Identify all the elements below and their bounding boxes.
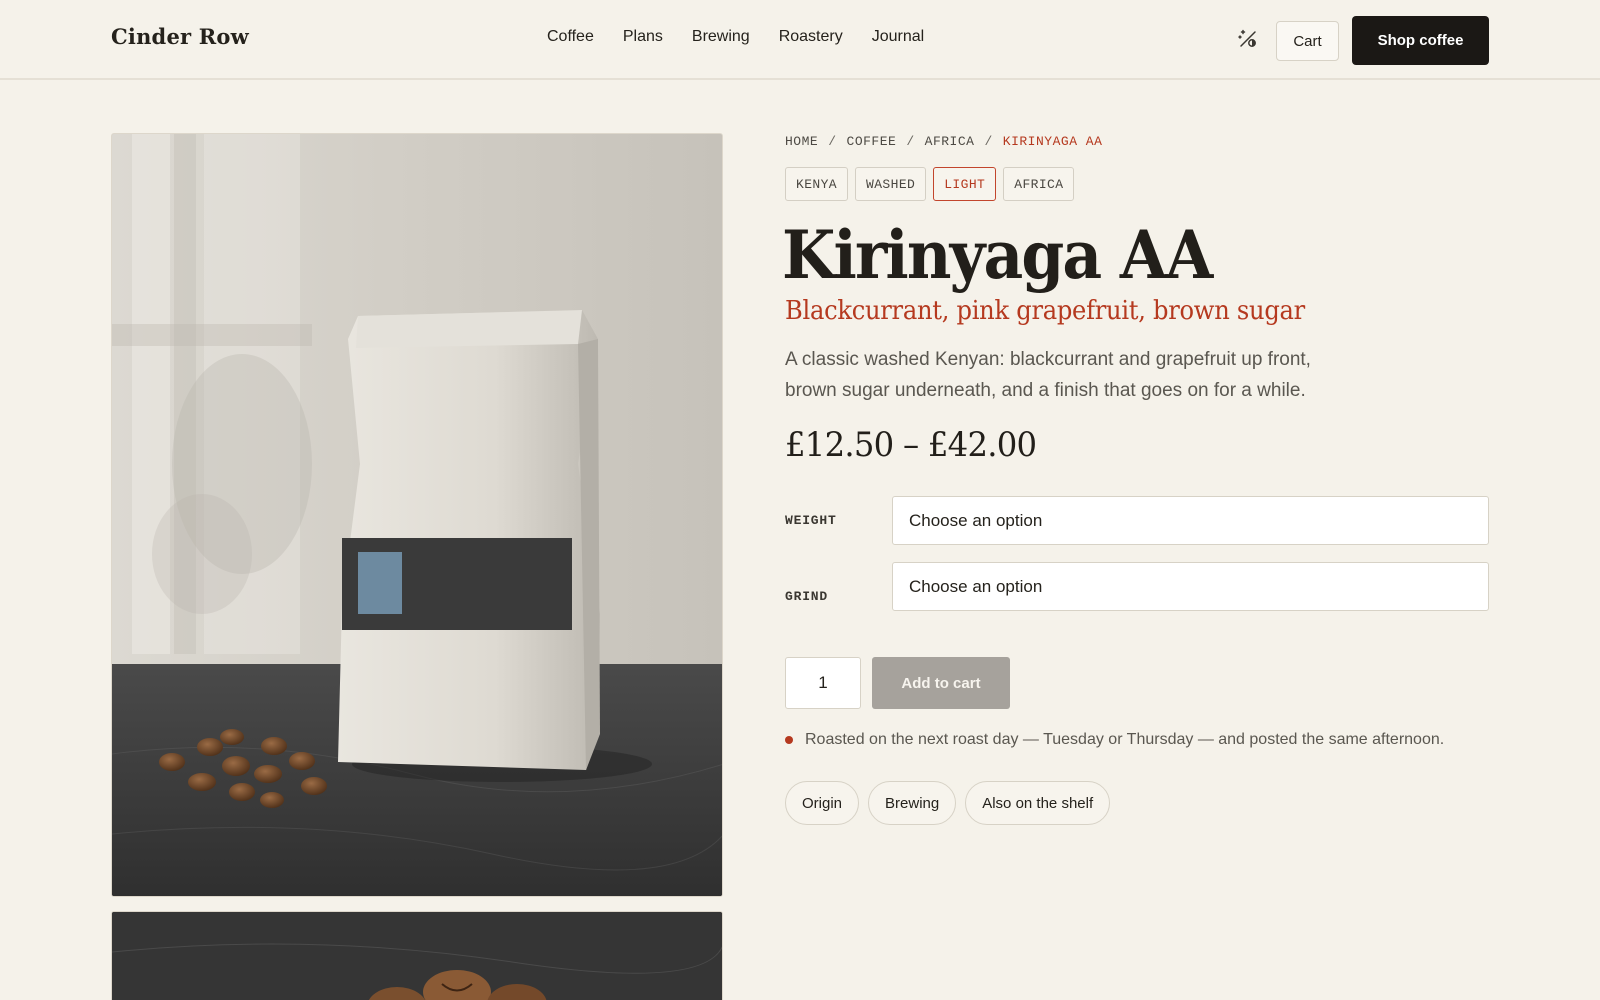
breadcrumb-separator: / [828,134,837,149]
site-header: Cinder Row Coffee Plans Brewing Roastery… [0,0,1600,80]
grind-select[interactable]: Choose an option [892,562,1489,611]
site-logo[interactable]: Cinder Row [111,24,249,49]
weight-select[interactable]: Choose an option [892,496,1489,545]
product-image-secondary[interactable] [111,911,723,1000]
tab-also-on-the-shelf[interactable]: Also on the shelf [965,781,1111,825]
add-to-cart-button[interactable]: Add to cart [872,657,1010,709]
tab-origin[interactable]: Origin [785,781,860,825]
nav-roastery[interactable]: Roastery [779,28,843,46]
breadcrumb-home[interactable]: HOME [785,134,818,149]
main-nav: Coffee Plans Brewing Roastery Journal [547,28,924,46]
nav-journal[interactable]: Journal [872,28,924,46]
theme-toggle-icon[interactable] [1236,27,1260,51]
tab-brewing[interactable]: Brewing [868,781,957,825]
roast-note-text: Roasted on the next roast day — Tuesday … [805,731,1445,748]
breadcrumb: HOME / COFFEE / AFRICA / KIRINYAGA AA [785,134,1102,149]
breadcrumb-coffee[interactable]: COFFEE [847,134,897,149]
weight-label: WEIGHT [785,513,837,528]
tag-kenya[interactable]: KENYA [785,167,849,201]
product-tags: KENYA WASHED LIGHT AFRICA [785,167,1075,201]
product-description: A classic washed Kenyan: blackcurrant an… [785,349,1311,401]
price-range: £12.50 – £42.00 [785,425,1037,465]
product-image-main[interactable] [111,133,723,897]
quantity-input[interactable] [785,657,861,709]
cart-button[interactable]: Cart [1276,21,1339,61]
roast-note: Roasted on the next roast day — Tuesday … [785,731,1444,749]
tasting-notes: Blackcurrant, pink grapefruit, brown sug… [785,296,1305,326]
tag-light[interactable]: LIGHT [933,167,997,201]
shop-coffee-button[interactable]: Shop coffee [1352,16,1489,65]
product-title: Kirinyaga AA [782,216,1213,294]
nav-brewing[interactable]: Brewing [692,28,750,46]
tag-africa[interactable]: AFRICA [1003,167,1075,201]
breadcrumb-separator: / [906,134,915,149]
status-dot-icon [785,736,793,744]
info-tabs: Origin Brewing Also on the shelf [785,781,1111,825]
grind-label: GRIND [785,589,829,604]
tag-washed[interactable]: WASHED [855,167,927,201]
breadcrumb-separator: / [984,134,993,149]
breadcrumb-current: KIRINYAGA AA [1002,134,1103,149]
nav-plans[interactable]: Plans [623,28,663,46]
breadcrumb-africa[interactable]: AFRICA [925,134,975,149]
nav-coffee[interactable]: Coffee [547,28,594,46]
